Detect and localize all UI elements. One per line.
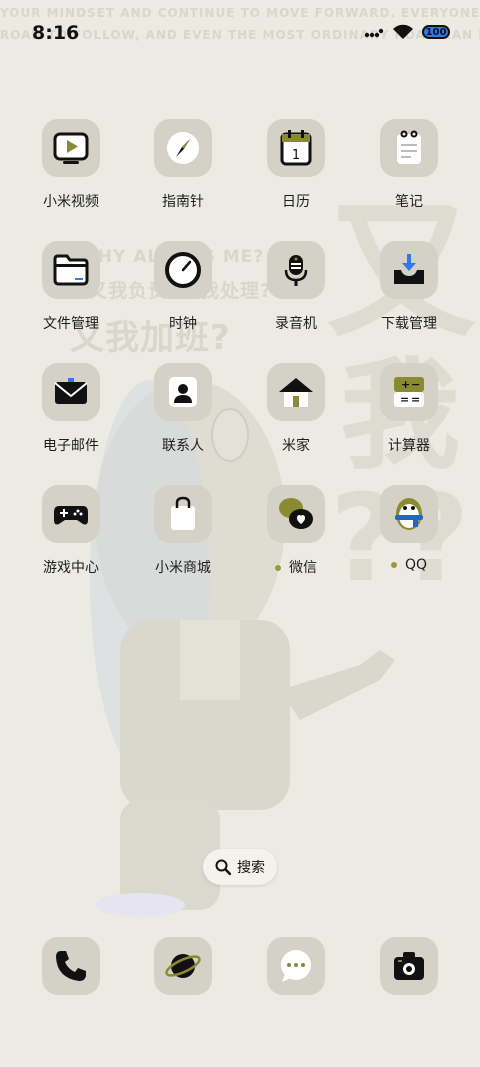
app-label: 笔记 [395, 194, 423, 210]
dock-browser[interactable] [133, 937, 233, 995]
calendar-day: 1 [292, 148, 300, 163]
app-label: 微信 [246, 557, 346, 577]
home-icon [279, 378, 313, 407]
app-calendar[interactable]: 1 日历 [246, 119, 346, 211]
app-calculator[interactable]: + − = = 计算器 [359, 363, 459, 455]
new-update-dot [390, 562, 397, 568]
search-label: 搜索 [237, 860, 265, 876]
app-compass[interactable]: 指南针 [133, 119, 233, 211]
clock-icon [165, 252, 201, 288]
app-recorder[interactable]: 录音机 [246, 241, 346, 333]
app-label: 指南针 [162, 194, 204, 210]
microphone-icon [284, 255, 308, 286]
qq-penguin-icon [395, 498, 423, 530]
app-label: 小米视频 [43, 194, 99, 210]
notes-icon [397, 130, 421, 164]
dock [0, 937, 480, 997]
status-bar: 8:16 100 [0, 0, 480, 60]
dock-messages[interactable] [246, 937, 346, 995]
svg-text:+: + [401, 378, 410, 391]
app-download-manager[interactable]: 下载管理 [359, 241, 459, 333]
wechat-icon [279, 498, 313, 529]
app-label: 游戏中心 [43, 560, 99, 576]
app-label: 时钟 [169, 316, 197, 332]
app-contacts[interactable]: 联系人 [133, 363, 233, 455]
app-label: 日历 [282, 194, 310, 210]
app-label: 小米商城 [155, 560, 211, 576]
compass-icon [167, 132, 199, 164]
messages-icon [281, 950, 311, 982]
status-time: 8:16 [32, 22, 80, 44]
app-label: 下载管理 [381, 316, 437, 332]
app-wechat[interactable]: 微信 [246, 485, 346, 577]
app-label: 米家 [282, 438, 310, 454]
search-icon [215, 859, 231, 875]
app-notes[interactable]: 笔记 [359, 119, 459, 211]
new-update-dot [275, 565, 281, 571]
calendar-icon: 1 [280, 130, 312, 166]
app-label: QQ [359, 557, 459, 573]
app-file-manager[interactable]: 文件管理 [21, 241, 121, 333]
download-icon [394, 254, 424, 284]
browser-planet-icon [165, 954, 201, 978]
app-label: 录音机 [275, 316, 317, 332]
app-label: 计算器 [388, 438, 430, 454]
svg-text:−: − [411, 378, 420, 391]
gamepad-icon [54, 506, 88, 525]
search-button[interactable]: 搜索 [203, 849, 277, 885]
shopping-bag-icon [171, 496, 195, 530]
dock-phone[interactable] [21, 937, 121, 995]
app-qq[interactable]: QQ [359, 485, 459, 573]
contacts-icon [169, 377, 197, 407]
app-mijia[interactable]: 米家 [246, 363, 346, 455]
video-play-icon [53, 132, 89, 164]
svg-text:=: = [411, 393, 420, 406]
folder-icon [53, 254, 89, 286]
phone-icon [56, 951, 86, 981]
app-game-center[interactable]: 游戏中心 [21, 485, 121, 577]
svg-text:=: = [400, 393, 409, 406]
app-mi-store[interactable]: 小米商城 [133, 485, 233, 577]
camera-icon [394, 952, 424, 980]
mail-icon [54, 378, 88, 404]
app-clock[interactable]: 时钟 [133, 241, 233, 333]
calculator-icon: + − = = [394, 377, 424, 407]
app-label: 文件管理 [43, 316, 99, 332]
app-label: 电子邮件 [43, 438, 99, 454]
app-label: 联系人 [162, 438, 204, 454]
signal-icon [364, 28, 384, 38]
battery-indicator: 100 [422, 25, 450, 39]
app-xiaomi-video[interactable]: 小米视频 [21, 119, 121, 211]
app-email[interactable]: 电子邮件 [21, 363, 121, 455]
wifi-icon [393, 24, 413, 39]
dock-camera[interactable] [359, 937, 459, 995]
